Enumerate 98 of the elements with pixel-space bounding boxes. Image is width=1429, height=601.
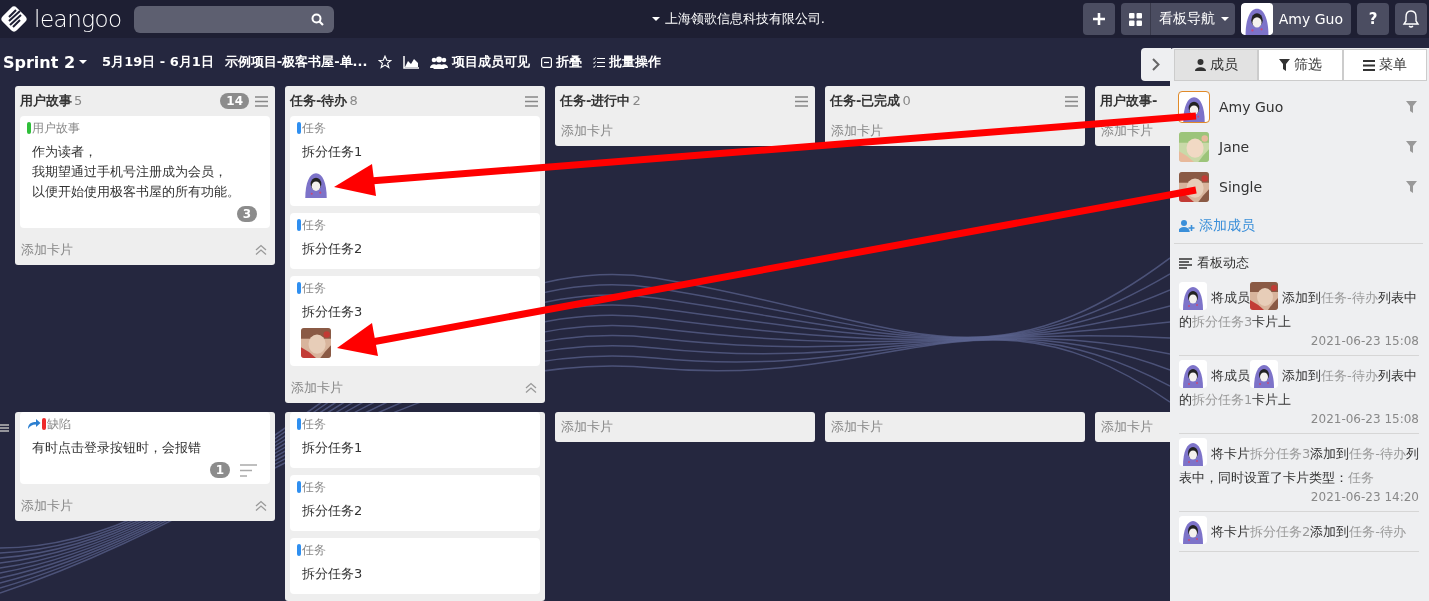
- board-navigation-button[interactable]: 看板导航: [1120, 3, 1235, 35]
- member-item[interactable]: Jane: [1179, 127, 1423, 167]
- card-text: 拆分任务1: [301, 143, 364, 161]
- task-card[interactable]: 任务 拆分任务2: [290, 213, 540, 269]
- grid-icon: [1128, 12, 1142, 26]
- drag-handle-icon[interactable]: [0, 424, 9, 432]
- avatar-icon: [1179, 282, 1207, 310]
- activity-time: 2021-06-23 15:08: [1309, 412, 1419, 426]
- add-user-icon: [1179, 220, 1195, 232]
- card-text: 作为读者， 我期望通过手机号注册成为会员， 以便开始使用极客书屋的所有功能。: [31, 143, 241, 201]
- description-icon: [240, 463, 257, 477]
- avatar-icon: [1179, 360, 1207, 388]
- caret-icon: [1220, 17, 1229, 21]
- list-icon: [1179, 257, 1192, 269]
- activity-time: 2021-06-23 14:20: [1309, 490, 1419, 504]
- organization-dropdown[interactable]: 上海领歌信息科技有限公司.: [651, 10, 825, 28]
- collapse-icon[interactable]: [525, 382, 537, 394]
- sprint-dropdown[interactable]: Sprint 2: [3, 52, 88, 72]
- card-type-label: 缺陷: [47, 415, 71, 433]
- list-title[interactable]: 任务-已完成 0: [830, 92, 911, 110]
- users-icon: [430, 55, 449, 69]
- activity-text: 将卡片拆分任务3添加到任务-待办列表中，同时设置了卡片类型：任务: [1179, 438, 1419, 490]
- caret-icon: [79, 60, 88, 64]
- search-icon[interactable]: [310, 12, 324, 26]
- chevron-right-icon: [1152, 58, 1160, 71]
- card-type-label: 任务: [302, 415, 326, 433]
- card-text: 拆分任务2: [301, 240, 364, 258]
- fold-button[interactable]: 折叠: [541, 53, 583, 71]
- avatar-icon: [1240, 3, 1273, 35]
- panel-tab[interactable]: 菜单: [1342, 49, 1427, 81]
- card-count-badge: 14: [220, 93, 249, 109]
- task-card[interactable]: 任务 拆分任务1: [290, 412, 540, 468]
- star-icon[interactable]: [378, 55, 393, 69]
- activity-time: 2021-06-23 15:08: [1309, 334, 1419, 348]
- filter-icon[interactable]: [1406, 101, 1417, 113]
- caret-icon: [651, 17, 660, 21]
- task-card[interactable]: 任务 拆分任务3: [290, 538, 540, 594]
- card-text: 拆分任务3: [301, 565, 364, 583]
- help-button[interactable]: ?: [1357, 3, 1389, 35]
- list-title[interactable]: 任务-待办 8: [290, 92, 358, 110]
- menu-icon[interactable]: [1065, 95, 1078, 107]
- activity-text: 将成员 添加到任务-待办列表中的拆分任务1卡片上: [1179, 360, 1419, 412]
- card-type-label: 任务: [302, 541, 326, 559]
- card-type-label: 任务: [302, 119, 326, 137]
- card-type-label: 任务: [302, 478, 326, 496]
- checklist-icon: [593, 56, 606, 68]
- search-field[interactable]: [133, 5, 334, 33]
- avatar-icon: [1179, 438, 1207, 466]
- filter-icon: [1279, 59, 1290, 71]
- comment-count-badge: 1: [209, 462, 230, 478]
- task-card[interactable]: 任务 拆分任务3: [290, 276, 540, 366]
- card-text: 拆分任务3: [301, 303, 364, 321]
- task-card[interactable]: 缺陷 有时点击登录按钮时，会报错 1: [20, 412, 270, 484]
- menu-icon[interactable]: [525, 95, 538, 107]
- card-type-label: 任务: [302, 216, 326, 234]
- panel-tab[interactable]: 成员: [1174, 49, 1259, 81]
- panel-tab[interactable]: 筛选: [1258, 49, 1343, 81]
- user-icon: [1194, 59, 1206, 71]
- batch-operation-button[interactable]: 批量操作: [593, 53, 662, 71]
- plus-icon: [1092, 13, 1105, 25]
- filter-icon[interactable]: [1406, 181, 1417, 193]
- list-title[interactable]: 用户故事-: [1100, 92, 1158, 110]
- member-item[interactable]: Amy Guo: [1179, 87, 1423, 127]
- activity-text: 将卡片拆分任务2添加到任务-待办: [1179, 516, 1419, 544]
- add-button[interactable]: [1082, 3, 1115, 35]
- avatar-icon: [1250, 360, 1278, 388]
- card-type-label: 任务: [302, 279, 326, 297]
- avatar-icon: [1179, 516, 1207, 544]
- project-name[interactable]: 示例项目-极客书屋-单...: [224, 53, 368, 71]
- activity-text: 将成员 添加到任务-待办列表中的拆分任务3卡片上: [1179, 282, 1419, 334]
- menu-icon[interactable]: [255, 95, 268, 107]
- task-card[interactable]: 任务 拆分任务1: [290, 116, 540, 206]
- bell-icon: [1402, 9, 1420, 29]
- card-type-label: 用户故事: [32, 119, 80, 137]
- notification-button[interactable]: [1395, 3, 1427, 35]
- user-menu-button[interactable]: Amy Guo: [1240, 3, 1351, 35]
- collapse-panel-button[interactable]: [1141, 48, 1171, 81]
- task-card[interactable]: 用户故事 作为读者， 我期望通过手机号注册成为会员， 以便开始使用极客书屋的所有功能。 3: [20, 116, 270, 228]
- share-arrow-icon: [27, 418, 41, 430]
- list-title[interactable]: 用户故事 5: [20, 92, 83, 110]
- activity-heading: 看板动态: [1197, 254, 1249, 272]
- menu-icon: [1362, 59, 1375, 71]
- collapse-icon[interactable]: [255, 244, 267, 256]
- collapse-icon[interactable]: [255, 500, 267, 512]
- sprint-dates: 5月19日 - 6月1日: [102, 53, 214, 71]
- minus-square-icon: [541, 56, 553, 68]
- menu-icon[interactable]: [795, 95, 808, 107]
- member-item[interactable]: Single: [1179, 167, 1423, 207]
- logo-text[interactable]: leangoo: [34, 6, 122, 32]
- visibility-button[interactable]: 项目成员可见: [430, 53, 531, 71]
- filter-icon[interactable]: [1406, 141, 1417, 153]
- card-text: 有时点击登录按钮时，会报错: [31, 439, 202, 457]
- card-text: 拆分任务2: [301, 502, 364, 520]
- comment-count-badge: 3: [236, 206, 257, 222]
- card-text: 拆分任务1: [301, 439, 364, 457]
- chart-icon[interactable]: [403, 55, 420, 69]
- task-card[interactable]: 任务 拆分任务2: [290, 475, 540, 531]
- list-title[interactable]: 任务-进行中 2: [560, 92, 641, 110]
